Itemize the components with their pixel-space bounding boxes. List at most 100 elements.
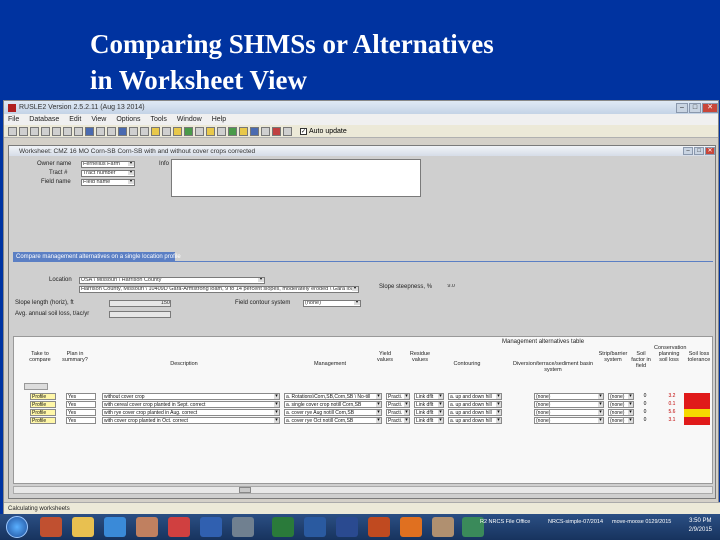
add-row-button[interactable]: [24, 383, 48, 390]
copy-icon[interactable]: [41, 126, 50, 136]
menu-edit[interactable]: Edit: [69, 116, 81, 123]
row-diversion[interactable]: (none): [534, 409, 604, 416]
slope-length-field[interactable]: 150: [109, 300, 171, 307]
profile-icon[interactable]: [151, 126, 160, 136]
horizontal-scrollbar[interactable]: [13, 486, 713, 494]
menu-view[interactable]: View: [91, 116, 106, 123]
ws-close-button[interactable]: ✕: [705, 147, 715, 155]
folder-icon[interactable]: [72, 517, 94, 537]
owner-field[interactable]: Fernelius Farm: [81, 161, 135, 168]
tool-icon-i[interactable]: [217, 126, 226, 136]
app-icon-a[interactable]: [136, 517, 158, 537]
undo-icon[interactable]: [63, 126, 72, 136]
media-icon[interactable]: [40, 517, 62, 537]
row-strip[interactable]: (none): [608, 409, 634, 416]
tool-icon-f[interactable]: [162, 126, 171, 136]
tool-icon-e[interactable]: [140, 126, 149, 136]
cut-icon[interactable]: [30, 126, 39, 136]
row-selector[interactable]: Profile: [30, 417, 56, 424]
row-residue[interactable]: Link dflt: [414, 401, 444, 408]
row-management[interactable]: a. single cover crop notill Corn,SB: [284, 401, 382, 408]
ws-maximize-button[interactable]: □: [694, 147, 704, 155]
row-management[interactable]: a. cover rye Oct notill Corn,SB: [284, 417, 382, 424]
ie-icon[interactable]: [104, 517, 126, 537]
paste-icon[interactable]: [52, 126, 61, 136]
row-residue[interactable]: Link dflt: [414, 409, 444, 416]
row-yield[interactable]: Practi.: [386, 401, 410, 408]
tool-icon-c[interactable]: [118, 126, 127, 136]
tool-icon-o[interactable]: [283, 126, 292, 136]
close-button[interactable]: ✕: [702, 102, 718, 113]
row-management[interactable]: a. Rotations\Corn,SB,Corn,SB \ No-till: [284, 393, 382, 400]
task-item-3[interactable]: move-moose 0129/2015: [612, 517, 671, 537]
tool-icon-g[interactable]: [195, 126, 204, 136]
excel-icon[interactable]: [272, 517, 294, 537]
row-yield[interactable]: Practi.: [386, 393, 410, 400]
row-residue[interactable]: Link dflt: [414, 393, 444, 400]
minimize-button[interactable]: –: [676, 102, 688, 113]
row-selector[interactable]: Profile: [30, 401, 56, 408]
location-field[interactable]: USA \ Missouri \ Harrison County: [79, 277, 265, 284]
auto-update-checkbox[interactable]: ✓ Auto update: [300, 127, 347, 135]
row-selector[interactable]: Profile: [30, 393, 56, 400]
row-plan[interactable]: Yes: [66, 417, 96, 424]
row-strip[interactable]: (none): [608, 401, 634, 408]
row-contouring[interactable]: a. up and down hill: [448, 409, 502, 416]
app-icon-d[interactable]: [432, 517, 454, 537]
powerpoint-icon[interactable]: [368, 517, 390, 537]
menu-window[interactable]: Window: [177, 116, 202, 123]
row-description[interactable]: with cereal cover crop planted in Sept. …: [102, 401, 280, 408]
tool-icon-h[interactable]: [206, 126, 215, 136]
row-strip[interactable]: (none): [608, 417, 634, 424]
field-name-field[interactable]: Field name: [81, 179, 135, 186]
open-icon[interactable]: [85, 126, 94, 136]
scroll-thumb[interactable]: [239, 487, 251, 493]
row-management[interactable]: a. cover rye Aug notill Corn,SB: [284, 409, 382, 416]
slope-steepness-value[interactable]: 9.0: [427, 284, 455, 291]
firefox-icon[interactable]: [400, 517, 422, 537]
start-button[interactable]: [6, 516, 28, 538]
row-description[interactable]: with cover crop planted in Oct. correct: [102, 417, 280, 424]
outlook-icon[interactable]: [304, 517, 326, 537]
ws-minimize-button[interactable]: –: [683, 147, 693, 155]
row-diversion[interactable]: (none): [534, 401, 604, 408]
acrobat-icon[interactable]: [168, 517, 190, 537]
plant-icon[interactable]: [184, 126, 193, 136]
clock[interactable]: 3:50 PM 2/9/2015: [689, 517, 712, 535]
app-icon-c[interactable]: [232, 517, 254, 537]
contour-dropdown[interactable]: (none): [303, 300, 361, 307]
menu-tools[interactable]: Tools: [150, 116, 166, 123]
soil-field[interactable]: Harrison County, Missouri \ 10409D Gara-…: [79, 286, 359, 293]
info-textbox[interactable]: [171, 159, 421, 197]
row-residue[interactable]: Link dflt: [414, 417, 444, 424]
row-description[interactable]: without cover crop: [102, 393, 280, 400]
menu-file[interactable]: File: [8, 116, 19, 123]
save-icon[interactable]: [8, 126, 17, 136]
word-icon[interactable]: [336, 517, 358, 537]
task-item-2[interactable]: NRCS-simple-07/2014: [548, 517, 603, 537]
tool-icon-k[interactable]: [239, 126, 248, 136]
tool-icon-m[interactable]: [261, 126, 270, 136]
row-plan[interactable]: Yes: [66, 393, 96, 400]
tool-icon-j[interactable]: [228, 126, 237, 136]
row-yield[interactable]: Practi.: [386, 409, 410, 416]
menu-options[interactable]: Options: [116, 116, 140, 123]
row-diversion[interactable]: (none): [534, 417, 604, 424]
tract-field[interactable]: Tract number: [81, 170, 135, 177]
tool-icon-l[interactable]: [250, 126, 259, 136]
row-description[interactable]: with rye cover crop planted in Aug. corr…: [102, 409, 280, 416]
menu-help[interactable]: Help: [212, 116, 226, 123]
row-strip[interactable]: (none): [608, 393, 634, 400]
redo-icon[interactable]: [74, 126, 83, 136]
task-item-1[interactable]: R2 NRCS File Office: [480, 517, 530, 537]
tool-icon-a[interactable]: [96, 126, 105, 136]
row-diversion[interactable]: (none): [534, 393, 604, 400]
menu-database[interactable]: Database: [29, 116, 59, 123]
row-selector[interactable]: Profile: [30, 409, 56, 416]
maximize-button[interactable]: □: [689, 102, 701, 113]
worksheet-icon[interactable]: [173, 126, 182, 136]
row-contouring[interactable]: a. up and down hill: [448, 393, 502, 400]
print-icon[interactable]: [19, 126, 28, 136]
row-contouring[interactable]: a. up and down hill: [448, 401, 502, 408]
row-plan[interactable]: Yes: [66, 401, 96, 408]
